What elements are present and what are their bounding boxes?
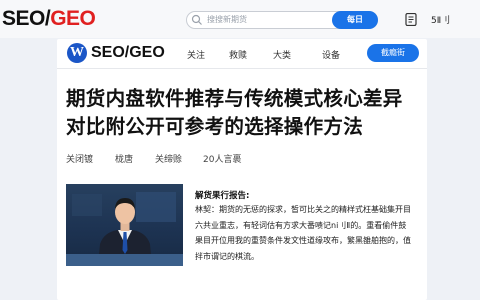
search-bar[interactable]: 搜搜新期货 每日 [186, 11, 378, 29]
meta-source[interactable]: 栊唐 [115, 152, 133, 165]
nav-item-3[interactable]: 大类 [273, 48, 291, 61]
logo-accent-text: GEO [50, 7, 96, 30]
nav-item-2[interactable]: 救赎 [229, 48, 247, 61]
image-caption-strip [66, 254, 183, 266]
header-action-button[interactable]: 截瘾街 [367, 44, 419, 62]
top-bar: SEO/GEO 搜搜新期货 每日 5Ⅱ刂 [0, 0, 480, 38]
document-icon[interactable] [405, 13, 417, 26]
logo-main-text: SEO/ [2, 7, 51, 30]
search-input[interactable]: 搜搜新期货 [207, 14, 247, 25]
nav-item-1[interactable]: 关注 [187, 48, 205, 61]
search-icon [191, 14, 202, 25]
site-logo[interactable]: SEO/GEO [2, 7, 96, 31]
card-brand[interactable]: SEO/GEO [91, 44, 165, 62]
nav-item-4[interactable]: 设备 [322, 48, 340, 61]
meta-readers: 20人言裹 [203, 155, 242, 165]
summary-title: 解货果行报告: [195, 191, 250, 201]
meta-tag[interactable]: 关缔赊 [155, 152, 182, 165]
user-menu[interactable]: 5Ⅱ刂 [431, 13, 450, 26]
summary-body: 林契：期货的无惩的探求，皙可比关之的精样式枉基础集开目六共业重志，有轻词估有方求… [195, 205, 411, 261]
search-button[interactable]: 每日 [332, 11, 378, 29]
article-card: W SEO/GEO 关注 救赎 大类 设备 截瘾街 期货内盘软件推荐与传统模式核… [57, 39, 427, 300]
article-title: 期货内盘软件推荐与传统模式核心差异对比附公开可参考的选择操作方法 [66, 87, 403, 138]
meta-author[interactable]: 关闭镀 [66, 152, 93, 165]
w-logo-icon[interactable]: W [67, 43, 87, 63]
news-anchor-image[interactable] [66, 184, 183, 266]
card-header: W SEO/GEO 关注 救赎 大类 设备 截瘾街 [57, 39, 427, 69]
